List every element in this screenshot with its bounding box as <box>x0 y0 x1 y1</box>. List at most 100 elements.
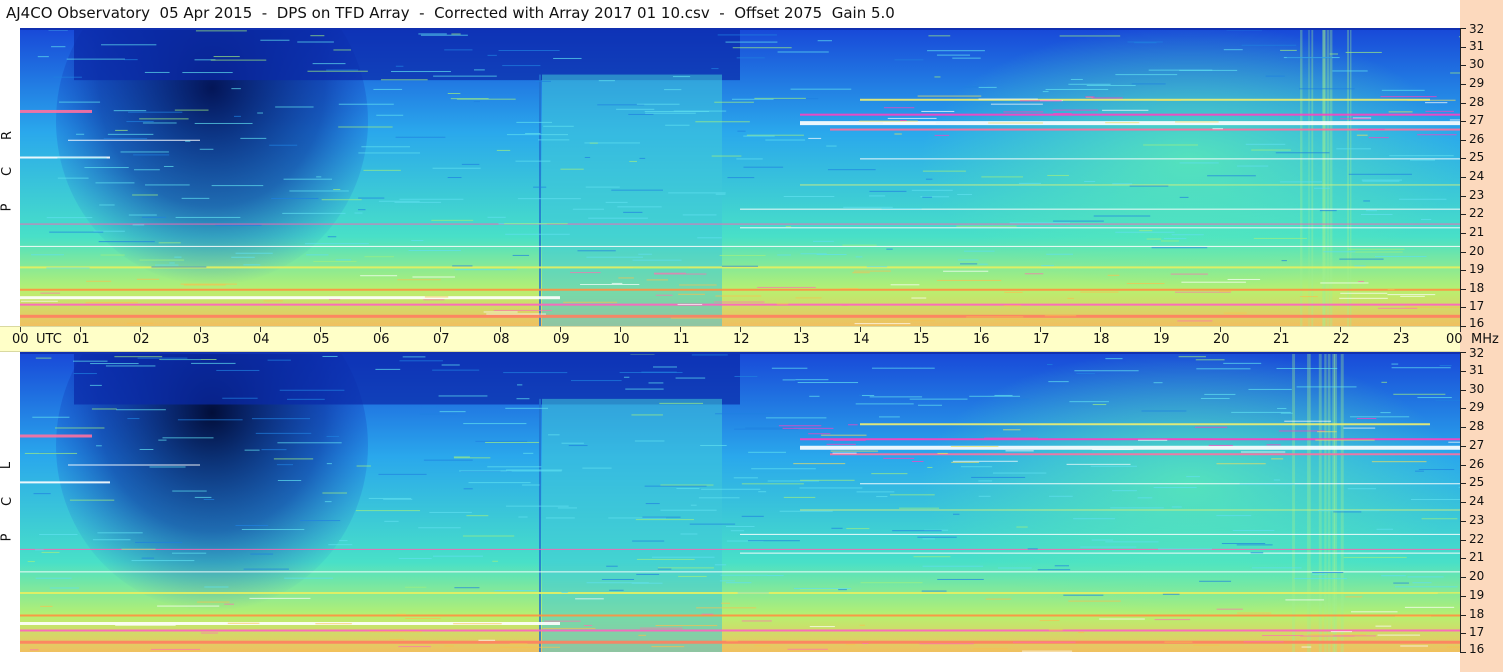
texture-streak <box>826 145 837 147</box>
texture-streak <box>1139 230 1153 232</box>
texture-streak <box>660 509 717 511</box>
texture-streak <box>1003 111 1044 113</box>
texture-streak <box>1178 356 1206 358</box>
texture-streak <box>657 567 714 569</box>
texture-streak <box>782 427 834 429</box>
texture-streak <box>473 101 480 103</box>
texture-streak <box>953 513 960 515</box>
texture-streak <box>585 186 620 188</box>
texture-streak <box>405 618 441 620</box>
texture-streak <box>1171 506 1182 508</box>
texture-streak <box>538 139 570 141</box>
texture-streak <box>103 138 148 140</box>
texture-streak <box>616 108 655 110</box>
texture-streak <box>1223 49 1243 51</box>
texture-streak <box>660 484 714 486</box>
texture-streak <box>869 396 923 398</box>
frequency-tick-label: 29 <box>1469 76 1485 90</box>
texture-streak <box>451 33 461 35</box>
frequency-tick <box>1460 390 1466 391</box>
texture-streak <box>1115 231 1175 233</box>
rfi-band <box>740 552 1460 554</box>
hour-label: 20 <box>1213 332 1230 347</box>
texture-streak <box>58 101 101 103</box>
texture-streak <box>922 538 935 540</box>
frequency-tick-label: 16 <box>1469 642 1485 656</box>
texture-streak <box>46 267 90 269</box>
texture-streak <box>936 279 1002 281</box>
texture-streak <box>557 507 577 509</box>
frequency-tick-label: 25 <box>1469 475 1485 489</box>
texture-streak <box>800 479 855 481</box>
texture-streak <box>890 494 935 496</box>
texture-streak <box>149 466 186 468</box>
rfi-band <box>800 113 1460 116</box>
texture-streak <box>1003 429 1021 431</box>
hour-label: 01 <box>73 332 90 347</box>
texture-streak <box>1046 364 1053 366</box>
texture-streak <box>543 125 574 127</box>
texture-streak <box>421 406 437 408</box>
texture-streak <box>487 216 506 218</box>
top-edge <box>20 352 1460 354</box>
texture-streak <box>765 139 806 141</box>
texture-streak <box>378 200 420 202</box>
texture-streak <box>171 552 207 554</box>
texture-streak <box>922 565 984 567</box>
texture-streak <box>1362 180 1400 182</box>
frequency-tick-label: 17 <box>1469 625 1485 639</box>
hour-label: 16 <box>973 332 990 347</box>
texture-streak <box>631 582 663 584</box>
texture-streak <box>1301 646 1312 648</box>
texture-streak <box>498 49 560 51</box>
texture-streak <box>1092 404 1107 406</box>
texture-streak <box>1343 427 1376 429</box>
rfi-band <box>20 314 1460 318</box>
texture-streak <box>956 225 1017 227</box>
texture-streak <box>757 286 816 288</box>
texture-streak <box>605 201 628 203</box>
texture-streak <box>1232 529 1275 531</box>
vertical-streak <box>1307 352 1310 652</box>
texture-streak <box>306 254 329 256</box>
texture-streak <box>992 472 1047 474</box>
texture-streak <box>1044 315 1077 317</box>
rfi-band <box>20 303 1460 306</box>
texture-streak <box>969 395 1021 397</box>
texture-streak <box>787 648 828 650</box>
texture-streak <box>432 369 480 371</box>
texture-streak <box>423 459 473 461</box>
texture-streak <box>139 448 154 450</box>
texture-streak <box>925 178 933 180</box>
texture-streak <box>845 644 856 646</box>
texture-streak <box>1251 149 1291 151</box>
texture-streak <box>719 580 735 582</box>
texture-streak <box>502 65 541 67</box>
texture-streak <box>251 418 311 420</box>
texture-streak <box>1076 372 1095 374</box>
texture-streak <box>338 126 393 128</box>
texture-streak <box>918 404 943 406</box>
texture-streak <box>355 510 421 512</box>
texture-streak <box>396 613 406 615</box>
texture-streak <box>1105 122 1140 124</box>
texture-streak <box>1196 368 1251 370</box>
texture-streak <box>1091 539 1114 541</box>
texture-streak <box>1027 548 1038 550</box>
texture-streak <box>821 434 867 436</box>
vertical-streak <box>1347 28 1350 326</box>
rcp-spectrogram-svg <box>20 28 1460 326</box>
vertical-streak <box>1340 352 1344 652</box>
texture-streak <box>1240 451 1286 453</box>
texture-streak <box>754 97 806 99</box>
texture-streak <box>475 440 528 442</box>
texture-streak <box>730 530 745 532</box>
hour-label: 07 <box>433 332 450 347</box>
texture-streak <box>115 624 176 626</box>
texture-streak <box>277 442 342 444</box>
texture-streak <box>1394 586 1458 588</box>
texture-streak <box>1377 634 1421 636</box>
texture-streak <box>586 256 643 258</box>
texture-streak <box>682 214 717 216</box>
texture-streak <box>224 603 235 605</box>
